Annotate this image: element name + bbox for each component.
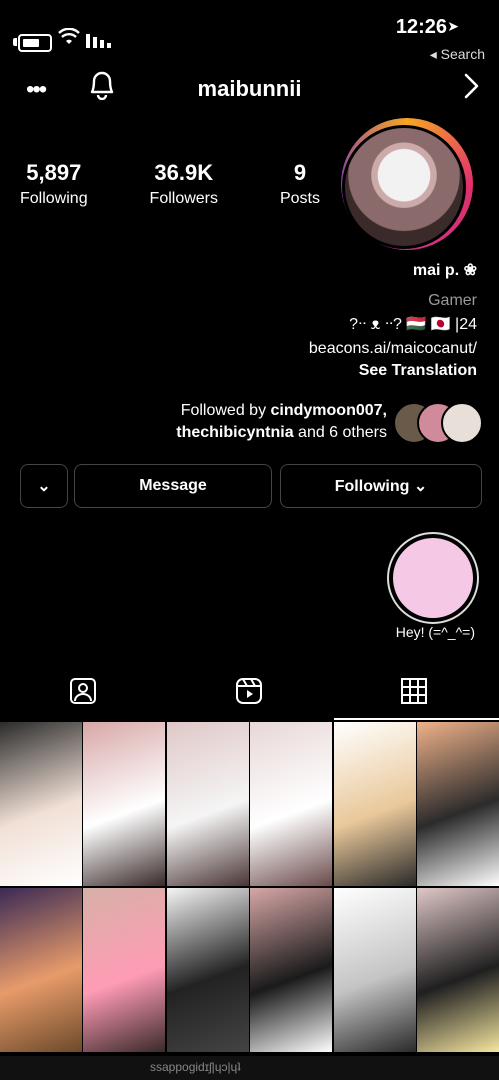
post-thumbnail[interactable]: [0, 888, 82, 1052]
post-thumbnail[interactable]: [416, 888, 499, 1052]
followed-by-user[interactable]: cindymoon007,: [271, 402, 387, 419]
posts-grid: [0, 722, 499, 1052]
post-thumbnail[interactable]: [0, 722, 82, 886]
followed-by-user-2[interactable]: thechibicyntnia: [176, 424, 293, 441]
followed-by-prefix: Followed by: [180, 402, 271, 419]
stat-posts[interactable]: 9 Posts: [280, 160, 320, 208]
bio-text: ?ᐧᐧ ᴥ ᐧᐧ? 🇭🇺 🇯🇵 |24: [349, 316, 477, 333]
wifi-icon: [58, 27, 80, 52]
chevron-right-icon[interactable]: [461, 72, 481, 100]
post-thumbnail[interactable]: [333, 888, 416, 1052]
post-thumbnail[interactable]: [250, 888, 333, 1052]
tagged-icon[interactable]: [68, 676, 98, 706]
location-arrow-icon: ➤: [447, 18, 459, 34]
post-thumbnail[interactable]: [166, 888, 249, 1052]
stat-followers[interactable]: 36.9K Followers: [150, 160, 218, 208]
stat-value: 36.9K: [154, 160, 214, 185]
stat-following[interactable]: 5,897 Following: [20, 160, 88, 208]
post-thumbnail[interactable]: [166, 722, 249, 886]
post-thumbnail[interactable]: [250, 722, 333, 886]
following-button[interactable]: Following ⌄: [280, 464, 482, 508]
highlight-label: Hey! (=^_^=): [395, 624, 475, 640]
profile-stats: 5,897 Following 36.9K Followers 9 Posts: [20, 160, 320, 208]
stat-label: Posts: [279, 190, 320, 207]
stat-value: 9: [293, 160, 307, 185]
suggested-accounts-button[interactable]: ⌄: [20, 464, 68, 508]
followed-by-avatars[interactable]: [393, 402, 483, 444]
stat-label: Following: [20, 190, 88, 207]
display-name: mai p. ❀: [412, 262, 477, 279]
back-to-search[interactable]: ◂ Search: [430, 46, 485, 63]
reels-icon[interactable]: [234, 676, 264, 706]
avatar[interactable]: [342, 125, 466, 249]
profile-username: maibunnii: [197, 76, 302, 101]
signal-icon: [86, 34, 111, 48]
profile-tabs: [0, 664, 499, 720]
active-tab-indicator: [334, 718, 499, 720]
post-thumbnail[interactable]: [83, 888, 166, 1052]
next-row-strip: ssappogidɪʃ|ɥɔ|ɥʇ: [0, 1056, 499, 1080]
followed-by-suffix: and 6 others: [293, 424, 387, 441]
post-thumbnail[interactable]: [333, 722, 416, 886]
message-button[interactable]: Message: [74, 464, 272, 508]
post-thumbnail[interactable]: [416, 722, 499, 886]
see-translation-link[interactable]: See Translation: [359, 362, 477, 380]
stat-label: Followers: [149, 190, 219, 207]
battery-tip: [13, 38, 17, 46]
profile-category: Gamer: [428, 292, 477, 309]
status-time: 12:26: [395, 16, 447, 38]
highlight-cover[interactable]: [393, 538, 473, 618]
profile-screen: ➤ 12:26 ◂ Search ••• maibunnii 5,897 Fol…: [0, 0, 499, 1080]
battery-icon: [18, 34, 52, 52]
status-bar: ➤ 12:26 ◂ Search: [0, 10, 499, 62]
bottom-strip-text: ssappogidɪʃ|ɥɔ|ɥʇ: [150, 1060, 241, 1074]
bio-link[interactable]: beacons.ai/maicocanut/: [309, 340, 477, 358]
profile-header: ••• maibunnii: [0, 66, 499, 112]
followed-by-text[interactable]: Followed by cindymoon007, thechibicyntni…: [176, 400, 387, 444]
stat-value: 5,897: [26, 160, 82, 185]
grid-icon[interactable]: [399, 676, 429, 706]
post-thumbnail[interactable]: [83, 722, 166, 886]
